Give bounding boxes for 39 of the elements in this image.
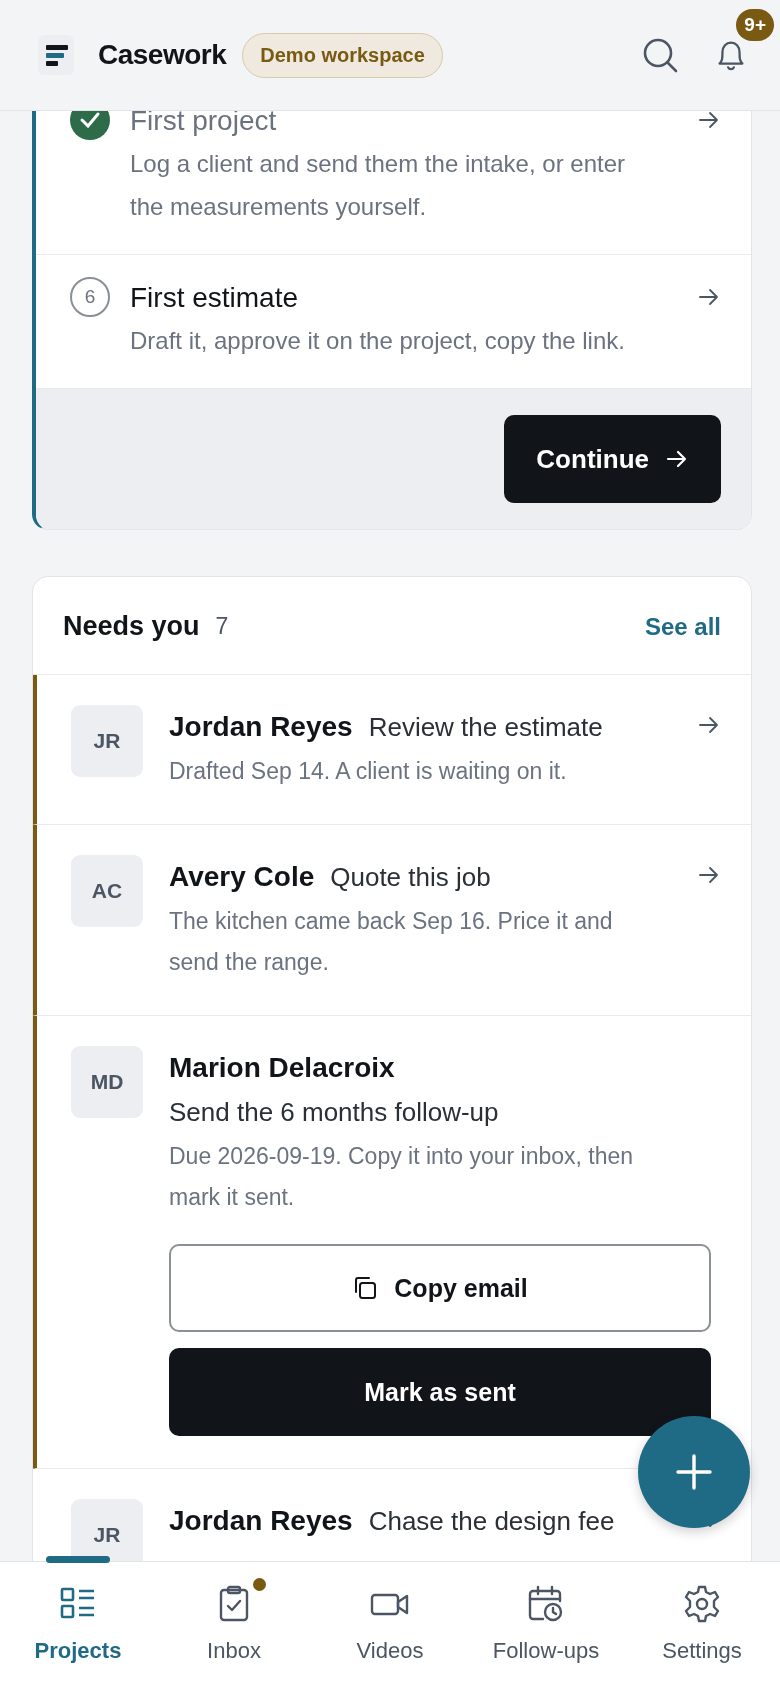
avatar: MD — [71, 1046, 143, 1118]
see-all-link[interactable]: See all — [644, 612, 721, 641]
avatar: JR — [71, 705, 143, 777]
copy-icon — [352, 1275, 379, 1301]
continue-button[interactable]: Continue — [504, 415, 721, 503]
step-title: First estimate — [130, 281, 300, 315]
step-number: 6 — [70, 277, 110, 317]
task-detail: The kitchen came back Sep 16. Price it and send the range. — [169, 907, 614, 977]
section-title: Needs you — [63, 611, 200, 642]
client-name: Marion Delacroix — [169, 1051, 395, 1085]
task-row[interactable]: AC Avery Cole Quote this job The kitchen came back Sep 16. Price it and send the range. — [33, 825, 751, 1016]
step-description: Draft it, approve it on the project, copy the link. — [130, 326, 626, 356]
client-name: Jordan Reyes — [169, 1504, 353, 1538]
settings-icon — [682, 1584, 722, 1624]
plus-icon — [674, 1452, 714, 1492]
copy-email-button[interactable]: Copy email — [169, 1244, 711, 1332]
client-name: Jordan Reyes — [169, 710, 353, 744]
nav-tab[interactable]: Inbox — [156, 1562, 312, 1688]
nav-tab[interactable]: Settings — [624, 1562, 780, 1688]
nav-tab[interactable]: Videos — [312, 1562, 468, 1688]
task-action: Review the estimate — [368, 711, 603, 744]
task-detail: Due 2026-09-19. Copy it into your inbox, then mark it sent. — [169, 1142, 635, 1212]
task-action: Chase the design fee — [368, 1505, 615, 1538]
avatar: JR — [71, 1499, 143, 1561]
task-detail: Drafted Sep 14. A client is waiting on it. — [169, 757, 568, 786]
nav-tab[interactable]: Follow-ups — [468, 1562, 624, 1688]
client-name: Avery Cole — [169, 860, 315, 894]
notification-count: 9+ — [736, 9, 774, 41]
item-count: 7 — [215, 613, 229, 640]
mark-sent-button[interactable]: Mark as sent — [169, 1348, 711, 1436]
step-description: Log a client and send them the intake, or enter the measurements yourself. — [130, 149, 626, 222]
avatar: AC — [71, 855, 143, 927]
workspace-badge[interactable]: Demo workspace — [242, 32, 443, 78]
app-name: Casework — [98, 39, 227, 71]
task-action: Quote this job — [330, 861, 491, 894]
task-row[interactable]: JR Jordan Reyes Review the estimate Drafted Sep 14. A client is waiting on it. — [33, 675, 751, 825]
task-row[interactable]: MD Marion Delacroix Send the 6 months follow-up Due 2026-09-19. Copy it into your inbox, then mark it sent. Copy email Mark as sent — [33, 1016, 751, 1469]
logo-icon — [38, 35, 74, 75]
task-action: Send the 6 months follow-up — [169, 1096, 499, 1129]
